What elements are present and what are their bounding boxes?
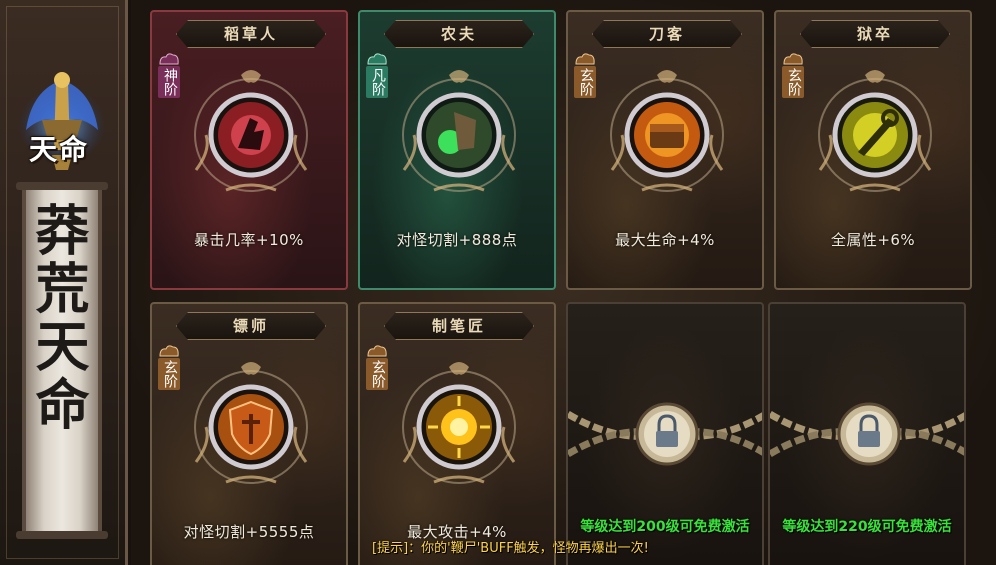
green-gauntlet-icon bbox=[402, 70, 516, 192]
emblem-title: 天命 bbox=[28, 133, 89, 166]
chained-lock bbox=[770, 402, 964, 466]
scroll-title: 莽荒天命 bbox=[26, 202, 90, 434]
fate-card-swordsman[interactable]: 刀客 玄阶 最大生命+4% bbox=[566, 10, 764, 290]
card-stat: 全属性+6% bbox=[830, 231, 916, 249]
golden-sun-icon bbox=[402, 362, 516, 484]
title-scroll: 莽荒天命 bbox=[16, 182, 108, 539]
card-title: 农夫 bbox=[440, 25, 477, 43]
card-stat: 对怪切割+5555点 bbox=[183, 523, 315, 541]
fire-chest-icon bbox=[610, 70, 724, 192]
fate-card-escort[interactable]: 镖师 玄阶 对怪切割+5555点 bbox=[150, 302, 348, 565]
card-title: 刀客 bbox=[648, 25, 685, 43]
left-banner: 天命 莽荒天命 bbox=[0, 0, 128, 565]
system-tip: [提示]：你的'鞭尸'BUFF触发，怪物再爆出一次! bbox=[372, 541, 649, 556]
card-title: 稻草人 bbox=[223, 25, 278, 43]
blood-fist-icon bbox=[194, 70, 308, 192]
card-stat: 对怪切割+888点 bbox=[396, 231, 518, 249]
card-stat: 最大生命+4% bbox=[615, 231, 715, 249]
fate-card-brushmaker[interactable]: 制笔匠 玄阶 最大攻击+4% bbox=[358, 302, 556, 565]
fate-card-farmer[interactable]: 农夫 凡阶 对怪切割+888点 bbox=[358, 10, 556, 290]
fate-card-jailer[interactable]: 狱卒 玄阶 全属性+6% bbox=[774, 10, 972, 290]
unlock-requirement: 等级达到220级可免费激活 bbox=[782, 519, 952, 535]
fate-card-scarecrow[interactable]: 稻草人 神阶 暴击几率+10% bbox=[150, 10, 348, 290]
shield-icon bbox=[194, 362, 308, 484]
yellow-wrench-icon bbox=[818, 70, 932, 192]
chained-lock bbox=[568, 402, 762, 466]
card-title: 制笔匠 bbox=[431, 317, 486, 335]
unlock-requirement: 等级达到200级可免费激活 bbox=[580, 519, 750, 535]
card-stat: 暴击几率+10% bbox=[194, 231, 304, 249]
card-title: 狱卒 bbox=[856, 25, 893, 43]
locked-card-level-200[interactable]: 等级达到200级可免费激活 bbox=[566, 302, 764, 565]
card-title: 镖师 bbox=[232, 317, 269, 335]
locked-card-level-220[interactable]: 等级达到220级可免费激活 bbox=[768, 302, 966, 565]
